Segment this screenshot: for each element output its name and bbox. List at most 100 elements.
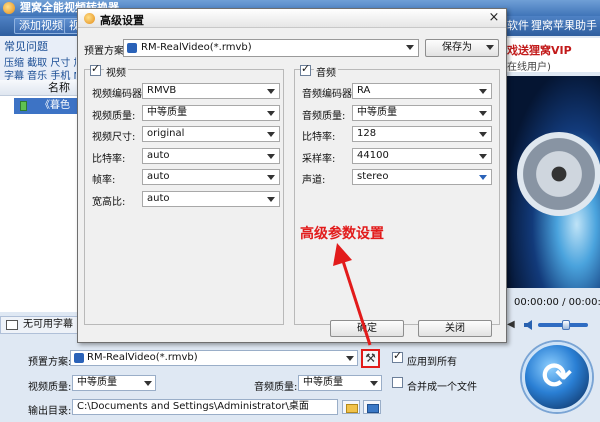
video-field-value-0: RMVB <box>147 85 177 96</box>
chevron-down-icon <box>479 153 487 159</box>
chevron-down-icon <box>267 196 275 202</box>
video-field-select-5[interactable]: auto <box>142 190 280 207</box>
vip-banner[interactable]: 戏送狸窝VIP 在线用户) <box>507 38 600 73</box>
video-field-select-2[interactable]: original <box>142 126 280 142</box>
audio-field-label-3: 采样率: <box>302 153 336 165</box>
chevron-down-icon <box>479 132 487 137</box>
audio-field-select-4[interactable]: stereo <box>352 169 492 185</box>
volume-icon[interactable] <box>524 320 532 330</box>
chevron-down-icon <box>267 89 275 94</box>
dialog-preset-select[interactable]: RM-RealVideo(*.rmvb) <box>123 39 419 57</box>
apply-all-checkbox[interactable] <box>392 349 403 363</box>
file-row[interactable]: 《暮色 <box>14 98 78 114</box>
video-field-label-0: 视频编码器: <box>92 89 146 100</box>
column-header-name[interactable]: 名称 <box>0 80 78 96</box>
video-group-title: 视频 <box>104 64 128 79</box>
dialog-app-icon <box>84 13 95 24</box>
audio-field-select-0[interactable]: RA <box>352 83 492 99</box>
merge-label: 合并成一个文件 <box>407 382 477 393</box>
app-logo-icon <box>3 2 15 14</box>
video-group-checkbox[interactable] <box>90 62 101 76</box>
advanced-settings-button[interactable]: ⚒ <box>361 349 380 368</box>
video-field-select-0[interactable]: RMVB <box>142 83 280 99</box>
audio-group-title: 音频 <box>314 64 338 79</box>
video-field-select-3[interactable]: auto <box>142 147 280 164</box>
time-display: 00:00:00 / 00:00:00 <box>514 297 600 308</box>
player-controls: ◀ <box>507 315 600 335</box>
audio-field-value-0: RA <box>357 85 371 96</box>
faq-title[interactable]: 常见问题 <box>4 38 48 54</box>
convert-button[interactable]: ⟳ <box>522 342 592 412</box>
video-field-value-4: auto <box>147 171 170 182</box>
audio-field-value-2: 128 <box>357 128 377 139</box>
realvideo-icon <box>74 353 84 363</box>
merge-checkbox[interactable] <box>392 377 403 388</box>
subtitle-label: 无可用字幕 <box>23 319 73 330</box>
video-quality-label: 视频质量: <box>28 382 72 393</box>
chevron-down-icon <box>267 132 275 137</box>
save-as-button[interactable]: 保存为 <box>425 39 499 57</box>
video-field-value-5: auto <box>147 192 170 204</box>
video-field-select-4[interactable]: auto <box>142 169 280 185</box>
vip-banner-title: 戏送狸窝VIP <box>507 44 572 57</box>
dialog-preset-value: RM-RealVideo(*.rmvb) <box>141 42 252 53</box>
faq-panel: 常见问题 压缩 截取 尺寸 加 字幕 音乐 手机 M <box>0 36 78 82</box>
apply-all-label: 应用到所有 <box>407 357 457 368</box>
output-dir-value: C:\Documents and Settings\Administrator\… <box>77 401 309 412</box>
software-link[interactable]: 软件 <box>507 19 529 33</box>
audio-field-label-1: 音频质量: <box>302 110 346 122</box>
video-field-select-1[interactable]: 中等质量 <box>142 104 280 121</box>
seek-back-icon[interactable]: ◀ <box>507 319 515 330</box>
chevron-down-icon <box>370 381 378 386</box>
audio-field-label-0: 音频编码器: <box>302 89 356 100</box>
browse-folder-icon[interactable] <box>342 400 360 414</box>
audio-field-select-3[interactable]: 44100 <box>352 147 492 164</box>
video-quality-value: 中等质量 <box>77 377 117 388</box>
audio-field-value-4: stereo <box>357 171 389 182</box>
audio-quality-label: 音频质量: <box>254 382 298 393</box>
audio-quality-select[interactable]: 中等质量 <box>298 375 382 391</box>
volume-slider-handle[interactable] <box>562 320 570 330</box>
save-as-label: 保存为 <box>442 42 472 53</box>
video-quality-select[interactable]: 中等质量 <box>72 375 156 391</box>
preview-disc-image <box>517 132 600 216</box>
audio-quality-value: 中等质量 <box>303 377 343 388</box>
audio-group-checkbox[interactable] <box>300 62 311 76</box>
dialog-preset-label: 预置方案: <box>84 46 128 57</box>
dialog-title-bar[interactable]: 高级设置 × <box>78 9 506 28</box>
video-field-label-1: 视频质量: <box>92 110 136 122</box>
chevron-down-icon <box>479 110 487 116</box>
open-folder-icon[interactable] <box>363 400 381 414</box>
file-row-name: 《暮色 <box>40 100 70 111</box>
video-preview <box>507 76 600 288</box>
dialog-close-text-button[interactable]: 关闭 <box>418 320 492 337</box>
video-field-value-1: 中等质量 <box>147 106 187 118</box>
apple-helper-link[interactable]: 狸窝苹果助手 <box>531 19 597 33</box>
convert-icon: ⟳ <box>541 356 573 397</box>
file-list: 名称 《暮色 <box>0 80 78 312</box>
ok-button[interactable]: 确定 <box>330 320 404 337</box>
audio-field-value-3: 44100 <box>357 149 389 161</box>
chevron-down-icon <box>479 89 487 94</box>
audio-field-label-4: 声道: <box>302 175 326 186</box>
advanced-settings-dialog: 高级设置 × 预置方案: RM-RealVideo(*.rmvb) 保存为 视频… <box>77 8 507 343</box>
annotation-text: 高级参数设置 <box>300 226 384 242</box>
subtitle-select[interactable]: 无可用字幕 <box>0 316 78 334</box>
realvideo-icon <box>127 43 137 53</box>
dialog-title: 高级设置 <box>100 14 144 27</box>
video-field-label-5: 宽高比: <box>92 196 126 208</box>
audio-field-select-2[interactable]: 128 <box>352 126 492 142</box>
volume-slider[interactable] <box>538 320 588 330</box>
dialog-close-button[interactable]: × <box>486 10 502 26</box>
tools-icon: ⚒ <box>365 351 376 365</box>
preset-label: 预置方案: <box>28 357 72 368</box>
video-field-label-2: 视频尺寸: <box>92 132 136 143</box>
audio-field-select-1[interactable]: 中等质量 <box>352 104 492 121</box>
add-video-button[interactable]: 添加视频 <box>14 18 68 34</box>
output-dir-field[interactable]: C:\Documents and Settings\Administrator\… <box>72 399 338 415</box>
chevron-down-icon <box>267 153 275 159</box>
preset-value: RM-RealVideo(*.rmvb) <box>87 352 198 363</box>
subtitle-icon <box>6 320 18 330</box>
preset-select[interactable]: RM-RealVideo(*.rmvb) <box>70 350 358 366</box>
audio-field-label-2: 比特率: <box>302 132 336 143</box>
